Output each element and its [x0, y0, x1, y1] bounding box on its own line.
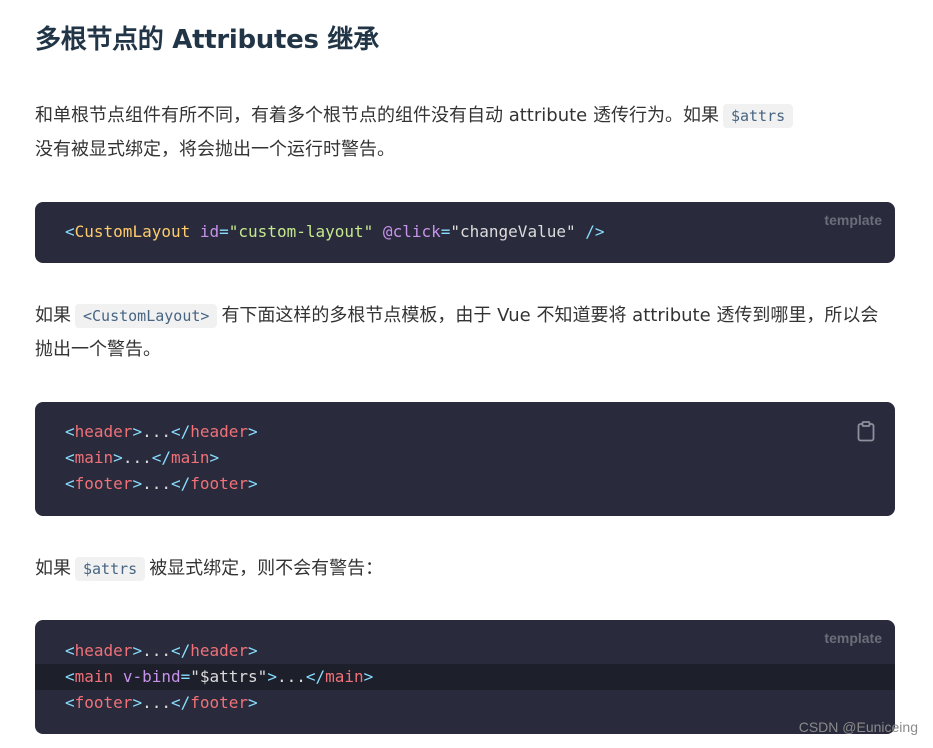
paragraph-text: 没有被显式绑定，将会抛出一个运行时警告。 [35, 139, 395, 160]
code-line-highlighted: <main v-bind="$attrs">...</main> [35, 664, 895, 690]
inline-code-attrs: $attrs [722, 104, 794, 128]
paragraph-text: 和单根节点组件有所不同，有着多个根节点的组件没有自动 attribute 透传行… [35, 105, 719, 126]
paragraph-multi-root: 和单根节点组件有所不同，有着多个根节点的组件没有自动 attribute 透传行… [35, 99, 895, 167]
code-line: <header>...</header> [65, 641, 258, 660]
code-line: <footer>...</footer> [65, 693, 258, 712]
paragraph-text: 如果 [35, 558, 71, 579]
code-line: <footer>...</footer> [65, 474, 258, 493]
inline-code-customlayout: <CustomLayout> [75, 304, 218, 328]
code-block-custom-layout: template <CustomLayout id="custom-layout… [35, 202, 895, 263]
paragraph-text: 被显式绑定，则不会有警告： [149, 558, 384, 579]
code-line: <CustomLayout id="custom-layout" @click=… [65, 222, 605, 241]
code-block-bind-attrs: template <header>...</header> <main v-bi… [35, 620, 895, 734]
inline-code-attrs: $attrs [75, 557, 146, 581]
code-line: <main>...</main> [65, 448, 220, 467]
paragraph-vue-warning: 如果 <CustomLayout> 有下面这样的多根节点模板，由于 Vue 不知道要… [35, 299, 895, 367]
paragraph-text: 如果 [35, 305, 71, 326]
code-block-multi-root: <header>...</header> <main>...</main> <f… [35, 402, 895, 516]
watermark: CSDN @Euniceing [798, 719, 918, 735]
page-heading: 多根节点的 Attributes 继承 [35, 25, 379, 55]
paragraph-no-warning: 如果 $attrs 被显式绑定，则不会有警告： [35, 552, 895, 586]
code-line: <header>...</header> [65, 422, 258, 441]
